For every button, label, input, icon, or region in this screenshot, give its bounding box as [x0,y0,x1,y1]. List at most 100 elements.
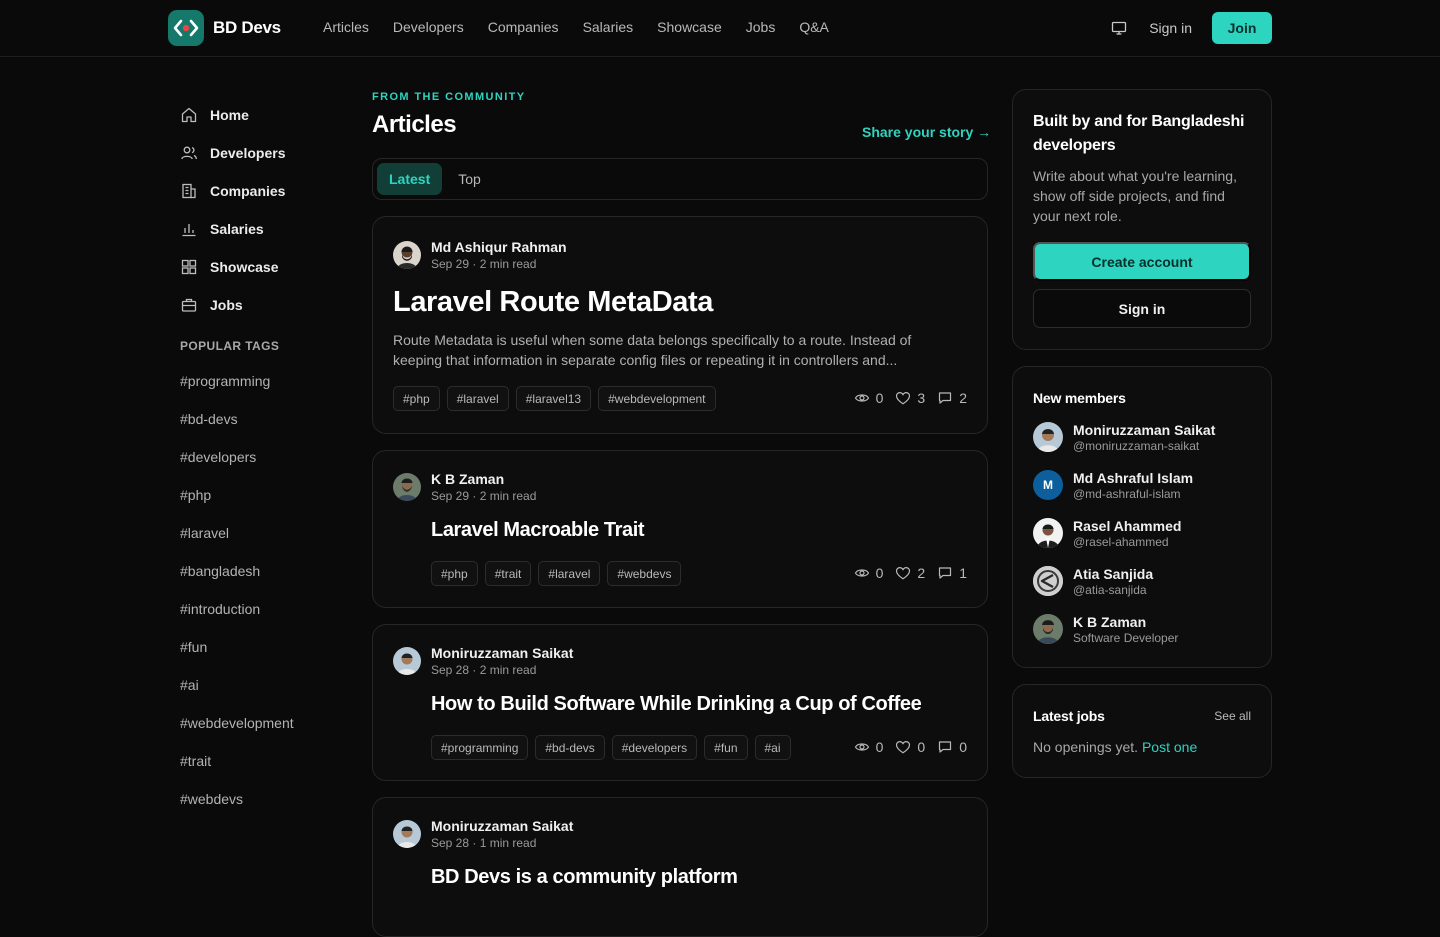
sidebar-item-companies[interactable]: Companies [180,172,350,210]
sign-in-link[interactable]: Sign in [1149,20,1192,36]
tag-link[interactable]: #bangladesh [180,552,294,590]
member-name: Rasel Ahammed [1073,517,1182,534]
tag-chip[interactable]: #laravel [446,386,509,411]
comments-count: 1 [959,565,967,581]
tag-link[interactable]: #fun [180,628,294,666]
avatar[interactable] [393,241,421,269]
tag-chip[interactable]: #developers [611,735,698,760]
tag-chip[interactable]: #bd-devs [535,735,605,760]
author-name[interactable]: Moniruzzaman Saikat [431,645,573,661]
tag-link[interactable]: #introduction [180,590,294,628]
tag-link[interactable]: #webdevelopment [180,704,294,742]
tag-link[interactable]: #bd-devs [180,400,294,438]
tab-top[interactable]: Top [446,163,493,195]
member-item[interactable]: Atia Sanjida @atia-sanjida [1033,564,1153,598]
jobs-empty-text: No openings yet. [1033,739,1139,755]
member-name: Md Ashraful Islam [1073,469,1194,486]
nav-showcase[interactable]: Showcase [657,19,722,35]
tag-link[interactable]: #ai [180,666,294,704]
member-item[interactable]: Rasel Ahammed @rasel-ahammed [1033,516,1181,550]
member-name: Atia Sanjida [1073,565,1154,582]
tag-link[interactable]: #webdevs [180,780,294,818]
author-name[interactable]: Md Ashiqur Rahman [431,239,567,255]
monitor-icon[interactable] [1109,18,1129,38]
member-item[interactable]: Moniruzzaman Saikat @moniruzzaman-saikat [1033,420,1215,454]
nav-developers[interactable]: Developers [393,19,464,35]
article-author: Moniruzzaman Saikat Sep 28 · 2 min read [393,644,573,678]
member-handle: @rasel-ahammed [1073,534,1169,549]
comments-stat[interactable]: 1 [937,565,967,581]
briefcase-icon [181,298,197,312]
comments-stat[interactable]: 0 [937,739,967,755]
tag-chip[interactable]: #webdevelopment [598,386,716,411]
tag-link[interactable]: #developers [180,438,294,476]
join-button[interactable]: Join [1212,12,1272,44]
tag-link[interactable]: #programming [180,362,294,400]
article-title[interactable]: Laravel Macroable Trait [431,519,645,542]
brand[interactable]: BD Devs [168,10,281,46]
avatar [1033,614,1063,644]
likes-stat[interactable]: 2 [895,565,925,581]
article-card[interactable]: K B Zaman Sep 29 · 2 min read Laravel Ma… [372,450,988,608]
brand-logo-icon [168,10,204,46]
likes-count: 3 [917,390,926,406]
home-icon [181,107,197,123]
cta-text: Write about what you're learning, show o… [1033,168,1237,224]
tag-chip[interactable]: #laravel13 [515,386,592,411]
article-stats: 0 2 1 [854,565,967,581]
nav-companies[interactable]: Companies [488,19,559,35]
sidebar-item-salaries[interactable]: Salaries [180,210,350,248]
likes-stat[interactable]: 0 [895,739,925,755]
tag-link[interactable]: #trait [180,742,294,780]
article-title[interactable]: How to Build Software While Drinking a C… [431,693,922,716]
article-tabs: Latest Top [372,158,988,200]
tag-chip[interactable]: #ai [754,735,791,760]
nav-jobs[interactable]: Jobs [746,19,776,35]
article-card[interactable]: Moniruzzaman Saikat Sep 28 · 1 min read … [372,797,988,937]
brand-name: BD Devs [213,18,281,37]
sidebar-item-jobs[interactable]: Jobs [180,286,350,324]
tag-chip[interactable]: #laravel [538,561,601,586]
sidebar-item-home[interactable]: Home [180,96,350,134]
sidebar-item-showcase[interactable]: Showcase [180,248,350,286]
member-item[interactable]: K B Zaman Software Developer [1033,612,1178,646]
article-card[interactable]: Md Ashiqur Rahman Sep 29 · 2 min read La… [372,216,988,434]
comments-stat[interactable]: 2 [937,390,967,406]
author-name[interactable]: Moniruzzaman Saikat [431,818,573,834]
post-job-link[interactable]: Post one [1142,739,1197,755]
heart-icon [896,566,911,580]
tag-chip[interactable]: #trait [484,561,532,586]
tag-link[interactable]: #laravel [180,514,294,552]
tag-chip[interactable]: #php [431,561,478,586]
article-author: Md Ashiqur Rahman Sep 29 · 2 min read [393,238,567,272]
sidebar-item-label: Showcase [210,259,279,275]
article-author: K B Zaman Sep 29 · 2 min read [393,470,536,504]
sign-in-button[interactable]: Sign in [1033,289,1251,328]
likes-stat[interactable]: 3 [895,390,925,406]
nav-qa[interactable]: Q&A [799,19,829,35]
header-actions: Sign in Join [1109,12,1272,44]
nav-articles[interactable]: Articles [323,19,369,35]
article-title[interactable]: BD Devs is a community platform [431,866,738,889]
tag-link[interactable]: #php [180,476,294,514]
sidebar-item-developers[interactable]: Developers [180,134,350,172]
see-all-jobs-link[interactable]: See all [1214,709,1251,723]
comments-count: 2 [959,390,967,406]
latest-jobs-title: Latest jobs [1033,708,1105,724]
member-item[interactable]: M Md Ashraful Islam @md-ashraful-islam [1033,468,1193,502]
create-account-button[interactable]: Create account [1033,242,1251,281]
avatar[interactable] [393,473,421,501]
avatar [1033,566,1063,596]
article-title[interactable]: Laravel Route MetaData [393,286,713,319]
article-card[interactable]: Moniruzzaman Saikat Sep 28 · 2 min read … [372,624,988,781]
tag-chip[interactable]: #fun [704,735,748,760]
tag-chip[interactable]: #webdevs [607,561,682,586]
avatar[interactable] [393,647,421,675]
nav-salaries[interactable]: Salaries [583,19,634,35]
avatar[interactable] [393,820,421,848]
tab-latest[interactable]: Latest [377,163,443,195]
tag-chip[interactable]: #php [393,386,440,411]
author-name[interactable]: K B Zaman [431,471,536,487]
tag-chip[interactable]: #programming [431,735,529,760]
share-story-link[interactable]: Share your story → [862,124,991,140]
